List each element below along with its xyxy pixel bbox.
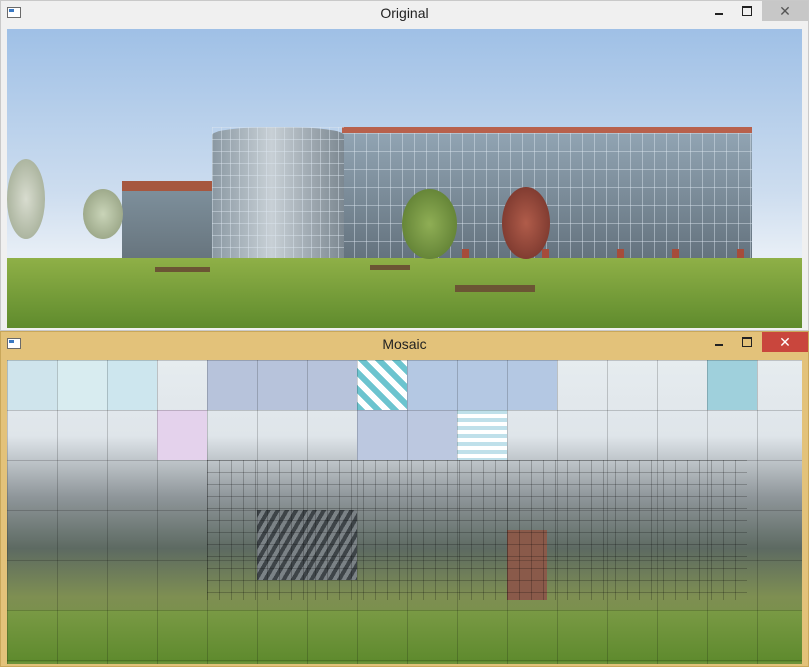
minimize-button[interactable] xyxy=(706,1,732,21)
title-bar[interactable]: Original ✕ xyxy=(1,1,808,28)
tree xyxy=(402,189,457,259)
window-title: Original xyxy=(380,5,429,21)
picnic-table xyxy=(455,285,535,292)
building-main xyxy=(342,127,752,273)
minimize-button[interactable] xyxy=(706,332,732,352)
maximize-icon xyxy=(742,337,752,347)
close-icon: ✕ xyxy=(779,2,791,19)
maximize-icon xyxy=(742,6,752,16)
mosaic-window: Mosaic ✕ xyxy=(0,331,809,667)
title-bar[interactable]: Mosaic ✕ xyxy=(1,332,808,359)
original-window: Original ✕ xyxy=(0,0,809,331)
minimize-icon xyxy=(715,13,723,15)
tree xyxy=(83,189,123,239)
picnic-table xyxy=(155,267,210,272)
picnic-table xyxy=(370,265,410,270)
tree xyxy=(502,187,550,259)
close-icon: ✕ xyxy=(779,333,791,350)
building-left-wing xyxy=(122,181,217,263)
glass-rotunda xyxy=(212,127,344,267)
window-title: Mosaic xyxy=(382,336,427,352)
close-button[interactable]: ✕ xyxy=(762,1,808,21)
maximize-button[interactable] xyxy=(734,1,760,21)
close-button[interactable]: ✕ xyxy=(762,332,808,352)
maximize-button[interactable] xyxy=(734,332,760,352)
original-image xyxy=(7,29,802,328)
tree xyxy=(7,159,45,239)
minimize-icon xyxy=(715,344,723,346)
mosaic-image xyxy=(7,360,802,664)
